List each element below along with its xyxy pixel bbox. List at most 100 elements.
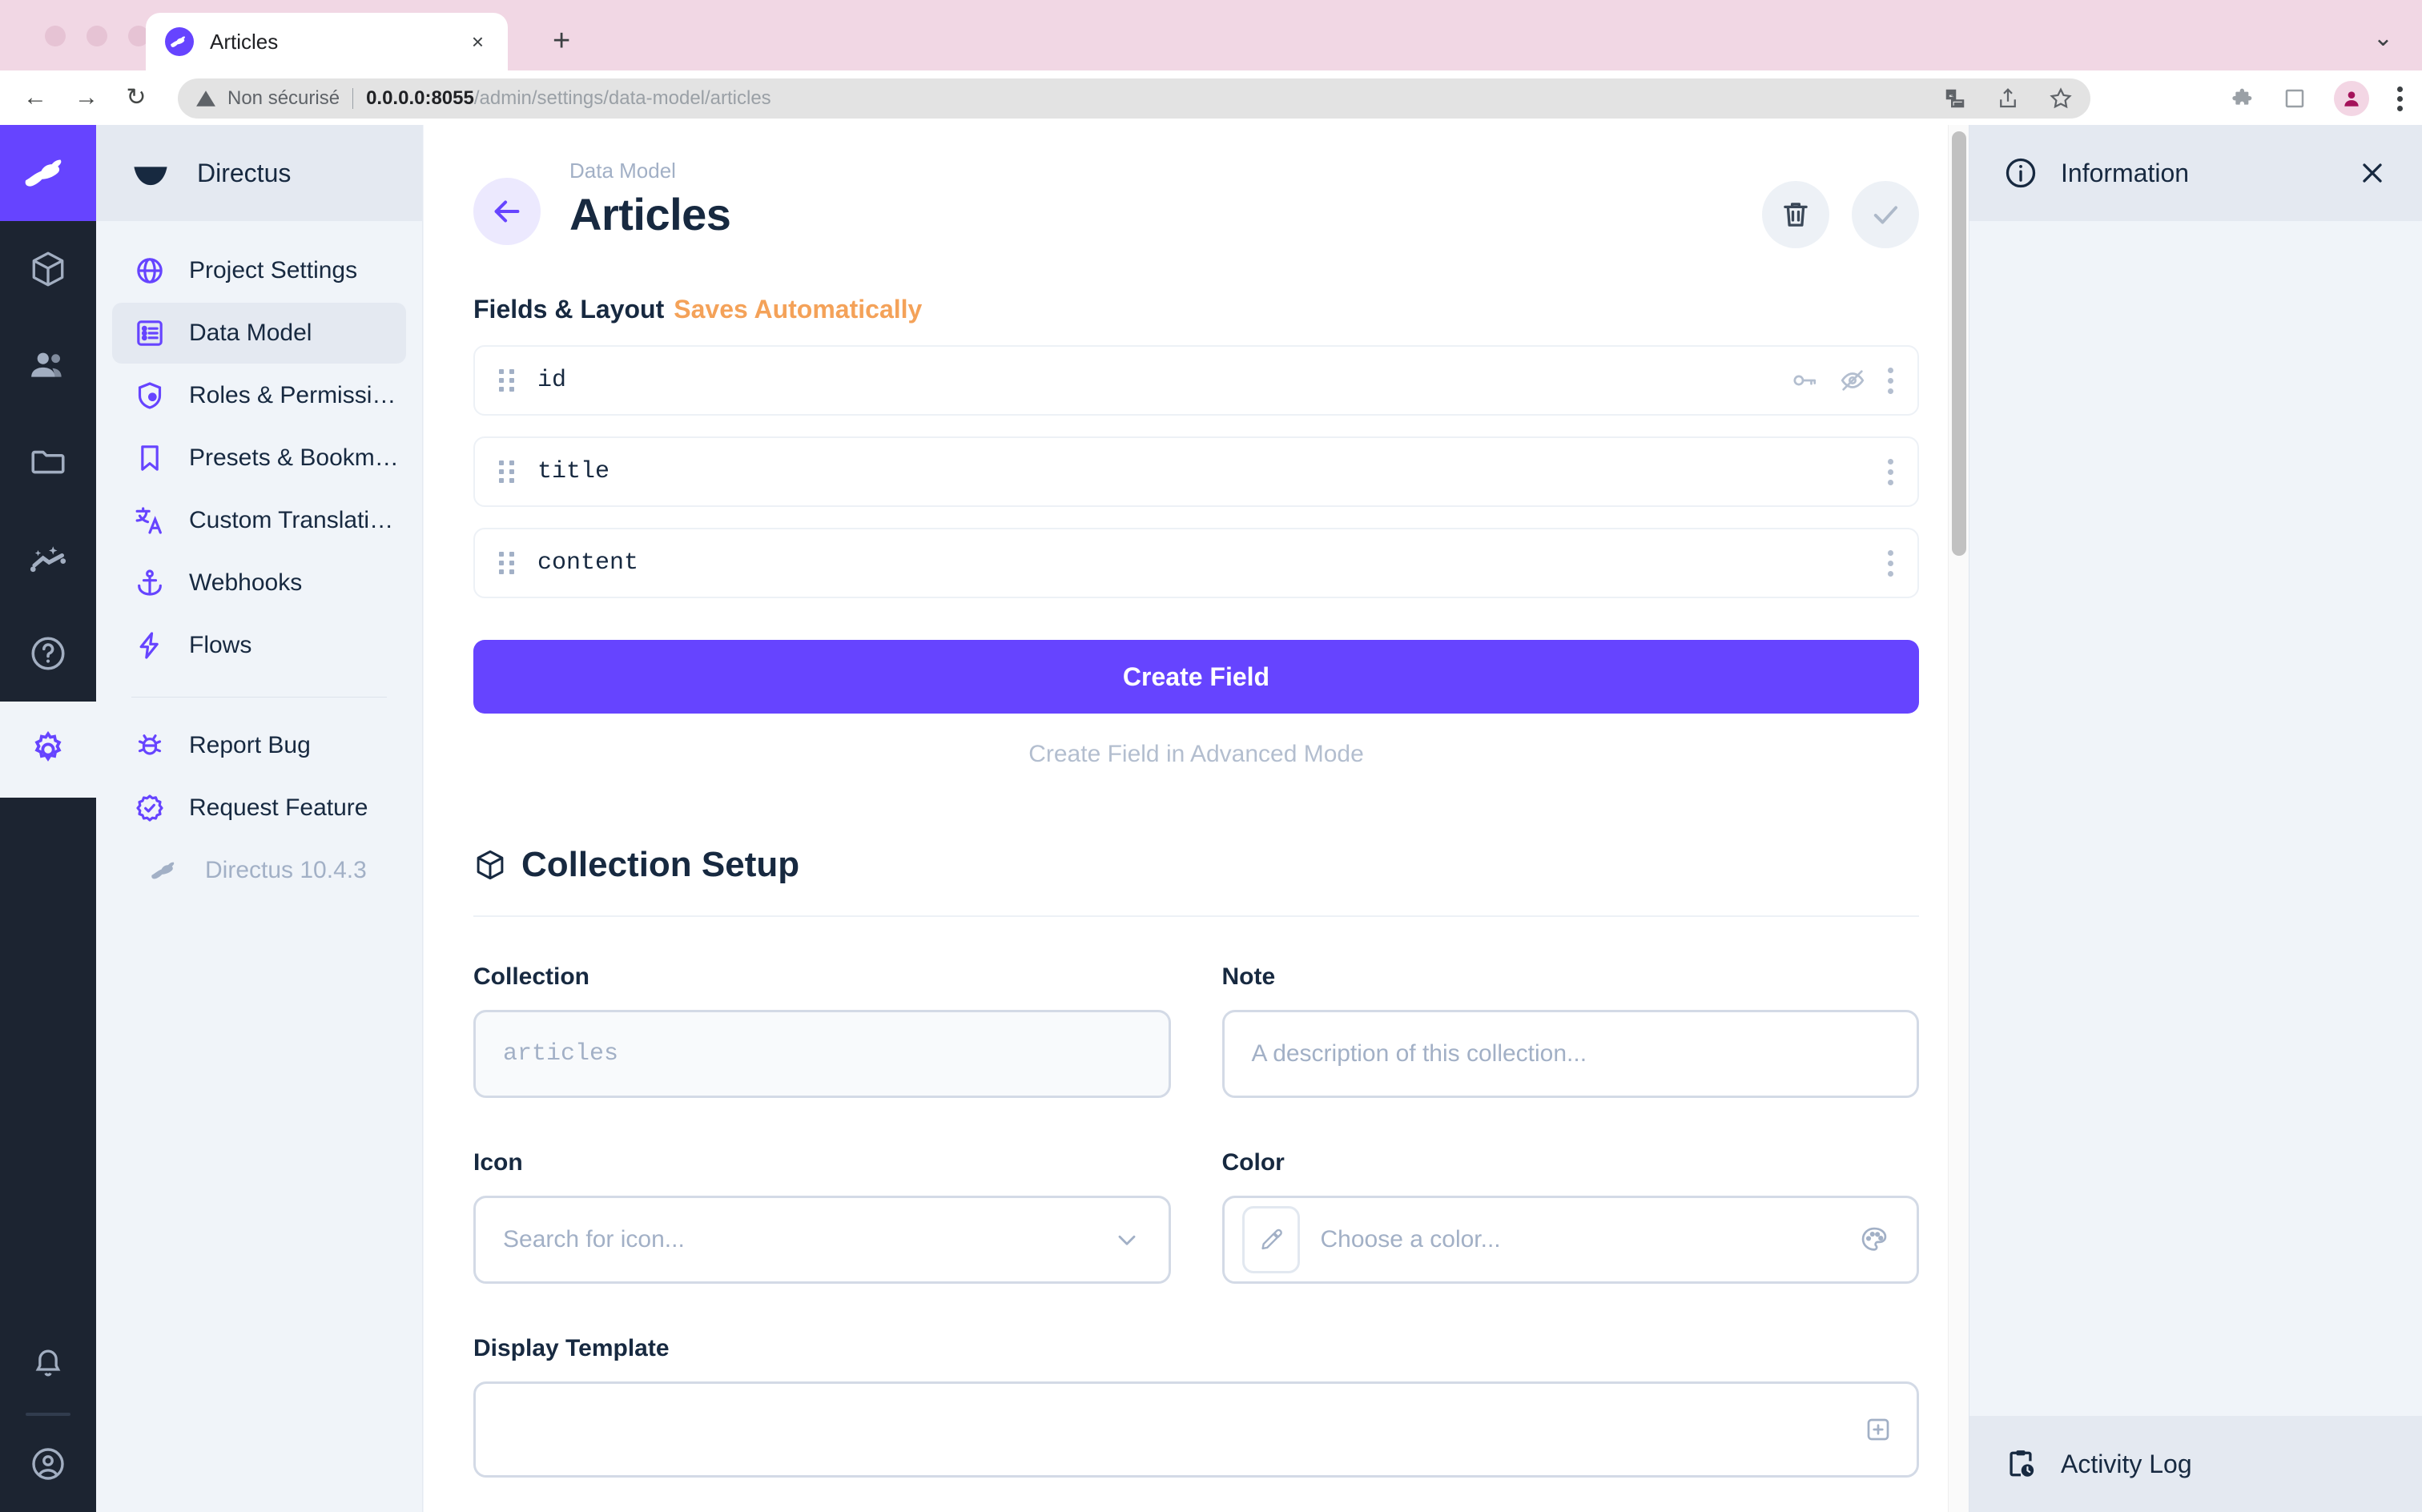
eye-off-icon[interactable] (1839, 367, 1866, 394)
chrome-menu-icon[interactable] (2396, 86, 2403, 111)
module-docs[interactable] (0, 605, 96, 702)
module-content[interactable] (0, 221, 96, 317)
url-text: 0.0.0.0:8055/admin/settings/data-model/a… (366, 87, 771, 110)
icon-input[interactable]: Search for icon... (473, 1196, 1171, 1284)
browser-toolbar: ← → ↻ Non sécurisé 0.0.0.0:8055/admin/se… (0, 70, 2422, 125)
header-actions (1762, 181, 1919, 248)
minimize-window-button[interactable] (86, 26, 107, 46)
drag-handle-icon[interactable] (499, 460, 517, 483)
note-label: Note (1221, 963, 1276, 990)
bug-icon (131, 727, 168, 764)
rabbit-icon (147, 852, 184, 889)
chevron-down-icon[interactable]: ⌄ (2373, 24, 2393, 52)
directus-rabbit-logo[interactable] (0, 125, 96, 221)
browser-tab-strip: Articles × + ⌄ (0, 0, 2422, 70)
field-row-icons (1887, 458, 1893, 485)
reload-button[interactable]: ↻ (120, 82, 152, 114)
sidebar-item-label: Custom Translations (189, 507, 406, 533)
create-field-button[interactable]: Create Field (473, 640, 1919, 714)
save-collection-button[interactable] (1852, 181, 1919, 248)
new-tab-button[interactable]: + (553, 24, 570, 58)
display-template-input[interactable] (473, 1381, 1919, 1478)
display-template-group: Display Template (473, 1335, 1919, 1478)
url-host: 0.0.0.0:8055 (366, 87, 474, 109)
extensions-puzzle-icon[interactable] (2231, 86, 2255, 111)
account-button[interactable] (0, 1416, 96, 1512)
module-file-library[interactable] (0, 413, 96, 509)
breadcrumb[interactable]: Data Model (569, 159, 730, 183)
sidebar-item-roles-permissions[interactable]: Roles & Permissions (112, 365, 406, 426)
trash-icon (1779, 198, 1812, 231)
icon-placeholder: Search for icon... (503, 1226, 685, 1253)
browser-tab[interactable]: Articles × (146, 13, 508, 70)
shield-person-icon (131, 377, 168, 414)
close-icon[interactable] (2356, 157, 2388, 189)
sidebar-item-custom-translations[interactable]: Custom Translations (112, 490, 406, 551)
back-button[interactable] (473, 178, 541, 245)
page-content: Fields & Layout Saves Automatically id t… (424, 295, 1969, 1478)
profile-avatar-icon[interactable] (2334, 81, 2369, 116)
create-field-advanced-link[interactable]: Create Field in Advanced Mode (473, 741, 1919, 768)
version-label: Directus 10.4.3 (205, 857, 367, 883)
drag-handle-icon[interactable] (499, 552, 517, 574)
folder-icon (28, 441, 68, 481)
add-box-icon[interactable] (1864, 1415, 1893, 1444)
key-icon[interactable] (1791, 367, 1818, 394)
not-secure-warning-icon (195, 88, 216, 109)
back-button[interactable]: ← (19, 82, 51, 114)
side-panel-icon[interactable] (2283, 86, 2307, 111)
gear-icon (28, 730, 68, 770)
activity-log-button[interactable]: Activity Log (1969, 1416, 2422, 1512)
sidebar-item-project-settings[interactable]: Project Settings (112, 240, 406, 301)
globe-icon (131, 252, 168, 289)
module-settings[interactable] (0, 702, 96, 798)
sidebar-item-label: Data Model (189, 320, 312, 346)
module-user-directory[interactable] (0, 317, 96, 413)
sidebar-item-presets-bookmarks[interactable]: Presets & Bookmar… (112, 428, 406, 489)
table-row[interactable]: content (473, 528, 1919, 598)
share-icon[interactable] (1996, 86, 2020, 111)
forward-button[interactable]: → (70, 82, 103, 114)
sidebar-item-data-model[interactable]: Data Model (112, 303, 406, 364)
project-header[interactable]: Directus (96, 125, 422, 221)
divider (352, 88, 354, 109)
table-row[interactable]: title (473, 436, 1919, 507)
address-bar[interactable]: Non sécurisé 0.0.0.0:8055/admin/settings… (178, 78, 2090, 119)
sidebar-item-webhooks[interactable]: Webhooks (112, 553, 406, 613)
bookmark-star-icon[interactable] (2049, 86, 2073, 111)
bookmark-icon (131, 440, 168, 477)
sidebar-item-flows[interactable]: Flows (112, 615, 406, 676)
sidebar-item-request-feature[interactable]: Request Feature (112, 778, 406, 838)
field-row-icons (1791, 367, 1893, 394)
drag-handle-icon[interactable] (499, 369, 517, 392)
delete-collection-button[interactable] (1762, 181, 1829, 248)
info-drawer-title: Information (2061, 158, 2190, 187)
close-icon[interactable]: × (467, 30, 489, 54)
user-circle-icon (29, 1445, 67, 1483)
color-input[interactable]: Choose a color... (1221, 1196, 1919, 1284)
fields-layout-label: Fields & Layout (473, 295, 665, 324)
eyedropper-icon[interactable] (1241, 1206, 1300, 1273)
sidebar-item-report-bug[interactable]: Report Bug (112, 715, 406, 776)
close-window-button[interactable] (45, 26, 66, 46)
palette-icon[interactable] (1859, 1224, 1889, 1255)
sparkline-icon (28, 537, 68, 577)
omnibox-icons: G (1943, 86, 2073, 111)
collection-input[interactable]: articles (473, 1010, 1171, 1098)
note-input[interactable]: A description of this collection... (1221, 1010, 1919, 1098)
table-row[interactable]: id (473, 345, 1919, 416)
notifications-button[interactable] (0, 1317, 96, 1413)
module-insights[interactable] (0, 509, 96, 605)
translate-icon[interactable]: G (1943, 86, 1967, 111)
more-vertical-icon[interactable] (1887, 549, 1893, 577)
fields-layout-heading: Fields & Layout Saves Automatically (473, 295, 1919, 324)
more-vertical-icon[interactable] (1887, 367, 1893, 394)
chevron-down-icon[interactable] (1112, 1225, 1141, 1254)
info-circle-icon (2003, 155, 2038, 191)
scrollbar-thumb[interactable] (1952, 131, 1966, 556)
box-outline-icon (473, 848, 507, 882)
main-scrollbar[interactable] (1948, 125, 1969, 1512)
section-divider (473, 915, 1919, 917)
more-vertical-icon[interactable] (1887, 458, 1893, 485)
page-header: Data Model Articles (424, 125, 1969, 248)
